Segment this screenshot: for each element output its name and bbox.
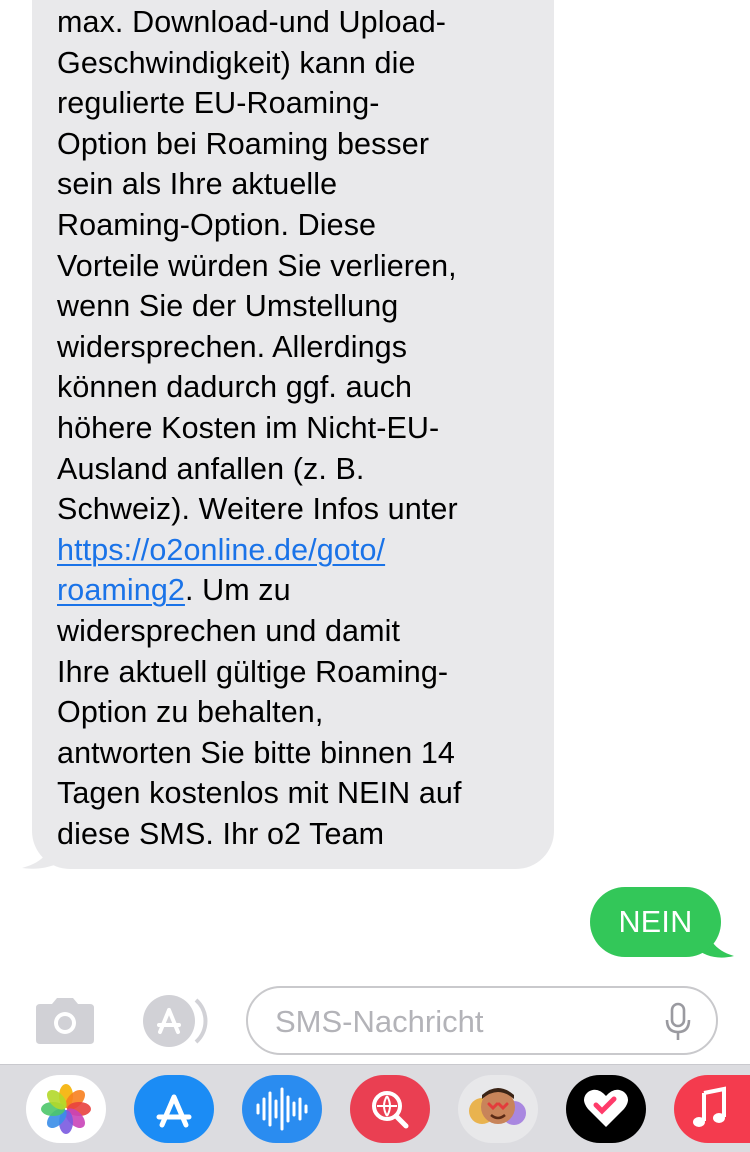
audio-message-app-icon[interactable] xyxy=(242,1075,322,1143)
message-line: max. Download-und Upload- xyxy=(57,5,447,39)
message-line: Schweiz). Weitere Infos unter xyxy=(57,492,458,527)
message-line-link-end: roaming2. Um zu xyxy=(57,570,535,611)
images-search-app-icon[interactable] xyxy=(350,1075,430,1143)
message-line: diese SMS. Ihr o2 Team xyxy=(57,816,385,851)
roaming-info-link[interactable]: https://o2online.de/goto/ xyxy=(57,533,385,567)
digital-touch-app-icon[interactable] xyxy=(566,1075,646,1143)
message-line: Tagen kostenlos mit NEIN auf xyxy=(57,776,462,811)
message-line: Vorteile würden Sie verlieren, xyxy=(57,248,457,283)
outgoing-message-text: NEIN xyxy=(618,904,693,939)
message-line: wenn Sie der Umstellung xyxy=(57,289,399,324)
sms-input[interactable]: SMS-Nachricht xyxy=(246,986,718,1055)
message-line: Ausland anfallen (z. B. xyxy=(57,451,365,486)
message-line: antworten Sie bitte binnen 14 xyxy=(57,735,455,770)
message-line: Ihre aktuell gültige Roaming- xyxy=(57,654,449,689)
message-line: widersprechen. Allerdings xyxy=(57,329,408,364)
message-text-after-link: . Um zu xyxy=(184,573,291,608)
photos-app-icon[interactable] xyxy=(26,1075,106,1143)
message-line: Roaming-Option. Diese xyxy=(57,207,377,242)
memoji-app-icon[interactable] xyxy=(458,1075,538,1143)
imessage-app-drawer xyxy=(0,1064,750,1152)
message-line: widersprechen und damit xyxy=(57,613,401,648)
app-store-app-icon[interactable] xyxy=(134,1075,214,1143)
camera-icon[interactable] xyxy=(32,996,98,1046)
outgoing-message-bubble[interactable]: NEIN xyxy=(590,887,721,957)
roaming-info-link-continued[interactable]: roaming2 xyxy=(57,573,185,607)
incoming-message-text: max. Download-und Upload- Geschwindigkei… xyxy=(57,2,535,854)
message-line: Geschwindigkeit) kann die xyxy=(57,45,416,80)
message-line: höhere Kosten im Nicht-EU- xyxy=(57,410,440,445)
app-store-icon[interactable] xyxy=(136,992,218,1050)
sms-input-placeholder: SMS-Nachricht xyxy=(275,1004,484,1039)
music-app-icon[interactable] xyxy=(674,1075,750,1143)
message-line: sein als Ihre aktuelle xyxy=(57,167,338,202)
message-line: regulierte EU-Roaming- xyxy=(57,86,380,121)
microphone-icon[interactable] xyxy=(664,1002,692,1042)
message-line-link: https://o2online.de/goto/ xyxy=(57,530,535,571)
message-line: Option bei Roaming besser xyxy=(57,126,430,161)
message-line: können dadurch ggf. auch xyxy=(57,370,413,405)
message-line: Option zu behalten, xyxy=(57,695,324,730)
